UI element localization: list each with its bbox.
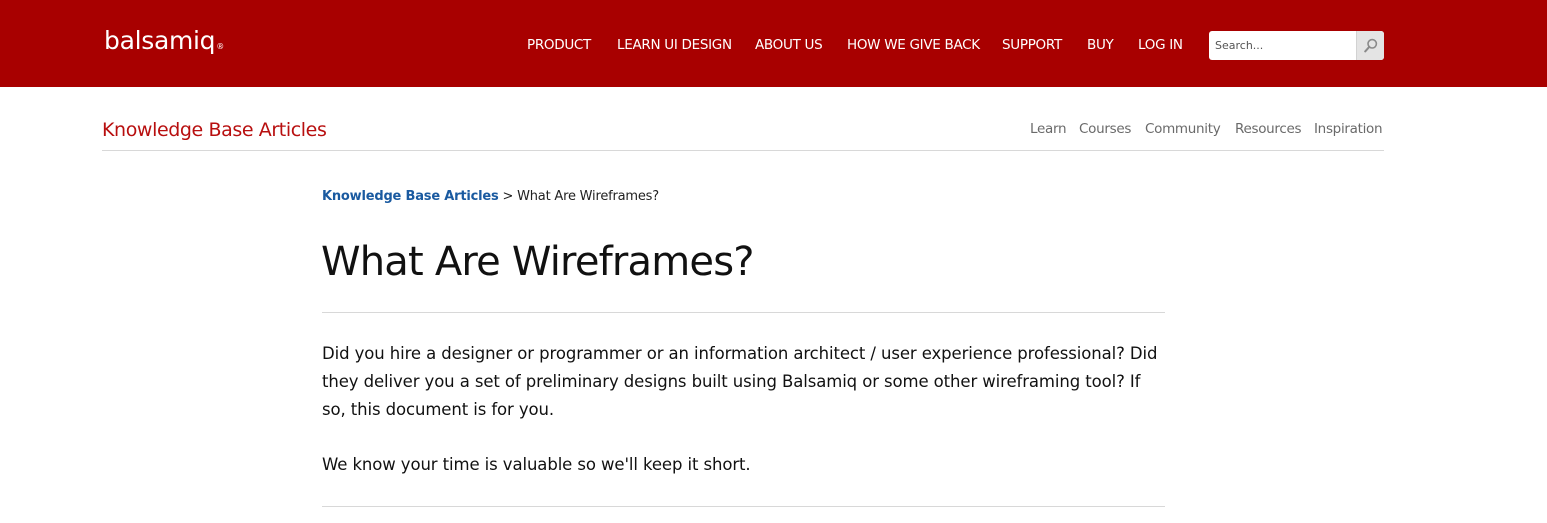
article-paragraph-short: We know your time is valuable so we'll k… — [322, 455, 751, 474]
search-box — [1209, 31, 1384, 60]
registered-mark: ® — [216, 42, 224, 51]
breadcrumb-separator: > — [502, 189, 514, 204]
logo-text: balsamiq — [104, 26, 216, 55]
breadcrumb-parent-link[interactable]: Knowledge Base Articles — [322, 189, 499, 204]
breadcrumb-current: What Are Wireframes? — [517, 189, 659, 204]
content-divider — [322, 506, 1165, 507]
section-divider — [102, 150, 1384, 151]
nav-product[interactable]: PRODUCT — [527, 37, 591, 53]
search-icon — [1364, 38, 1378, 53]
balsamiq-logo[interactable]: balsamiq® — [104, 26, 224, 56]
title-divider — [322, 312, 1165, 313]
nav-how-we-give-back[interactable]: HOW WE GIVE BACK — [847, 37, 980, 53]
nav-about-us[interactable]: ABOUT US — [755, 37, 823, 53]
subnav-community[interactable]: Community — [1145, 121, 1221, 138]
search-button[interactable] — [1356, 31, 1384, 60]
article-paragraph-intro: Did you hire a designer or programmer or… — [322, 344, 1158, 419]
nav-buy[interactable]: BUY — [1087, 37, 1114, 53]
subnav-inspiration[interactable]: Inspiration — [1314, 121, 1383, 138]
nav-log-in[interactable]: LOG IN — [1138, 37, 1183, 53]
section-title[interactable]: Knowledge Base Articles — [102, 118, 327, 142]
subnav-resources[interactable]: Resources — [1235, 121, 1302, 138]
page-title: What Are Wireframes? — [321, 239, 755, 285]
nav-learn-ui-design[interactable]: LEARN UI DESIGN — [617, 37, 732, 53]
search-input[interactable] — [1209, 31, 1355, 60]
breadcrumb: Knowledge Base Articles > What Are Wiref… — [322, 188, 659, 206]
nav-support[interactable]: SUPPORT — [1002, 37, 1062, 53]
site-header: balsamiq® PRODUCT LEARN UI DESIGN ABOUT … — [0, 0, 1547, 87]
subnav-learn[interactable]: Learn — [1030, 121, 1067, 138]
subnav-courses[interactable]: Courses — [1079, 121, 1131, 138]
